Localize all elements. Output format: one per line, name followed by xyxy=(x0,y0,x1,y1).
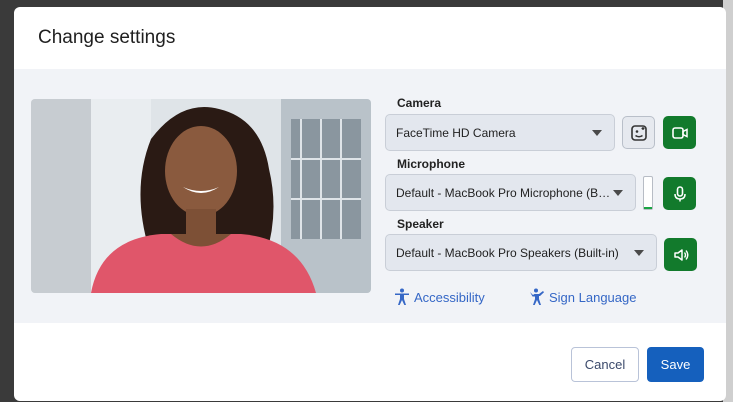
speaker-icon xyxy=(673,248,688,261)
speaker-select-value: Default - MacBook Pro Speakers (Built-in… xyxy=(396,245,619,260)
save-button[interactable]: Save xyxy=(647,347,704,382)
microphone-select-value: Default - MacBook Pro Microphone (Bu… xyxy=(396,185,611,200)
dialog-title: Change settings xyxy=(38,27,176,48)
sign-language-link[interactable]: Sign Language xyxy=(529,288,636,306)
camera-label: Camera xyxy=(397,96,442,110)
camera-select-value: FaceTime HD Camera xyxy=(396,125,516,140)
camera-toggle-button[interactable] xyxy=(663,116,696,149)
dialog-body: Camera FaceTime HD Camera Microphone Def… xyxy=(14,69,726,323)
microphone-label: Microphone xyxy=(397,157,465,171)
microphone-level-meter xyxy=(643,176,653,210)
chevron-down-icon xyxy=(613,190,623,196)
sign-language-icon xyxy=(530,288,544,305)
cancel-button[interactable]: Cancel xyxy=(571,347,639,382)
dialog-header: Change settings xyxy=(14,7,726,69)
chevron-down-icon xyxy=(592,130,602,136)
chevron-down-icon xyxy=(634,250,644,256)
microphone-toggle-button[interactable] xyxy=(663,177,696,210)
video-camera-icon xyxy=(671,126,688,139)
speaker-select[interactable]: Default - MacBook Pro Speakers (Built-in… xyxy=(385,234,657,271)
microphone-icon xyxy=(673,185,686,201)
sign-language-link-label: Sign Language xyxy=(549,289,637,305)
camera-select[interactable]: FaceTime HD Camera xyxy=(385,114,615,151)
microphone-level-fill xyxy=(644,207,652,209)
speaker-test-button[interactable] xyxy=(664,238,697,271)
change-settings-dialog: Change settings Camera FaceTime HD Camer… xyxy=(14,7,726,401)
accessibility-link-label: Accessibility xyxy=(414,289,485,305)
accessibility-link[interactable]: Accessibility xyxy=(394,288,485,306)
speaker-label: Speaker xyxy=(397,217,444,231)
background-effects-button[interactable] xyxy=(622,116,655,149)
accessibility-person-icon xyxy=(395,288,409,305)
background-effects-icon xyxy=(630,124,647,141)
camera-preview xyxy=(31,99,371,293)
microphone-select[interactable]: Default - MacBook Pro Microphone (Bu… xyxy=(385,174,636,211)
